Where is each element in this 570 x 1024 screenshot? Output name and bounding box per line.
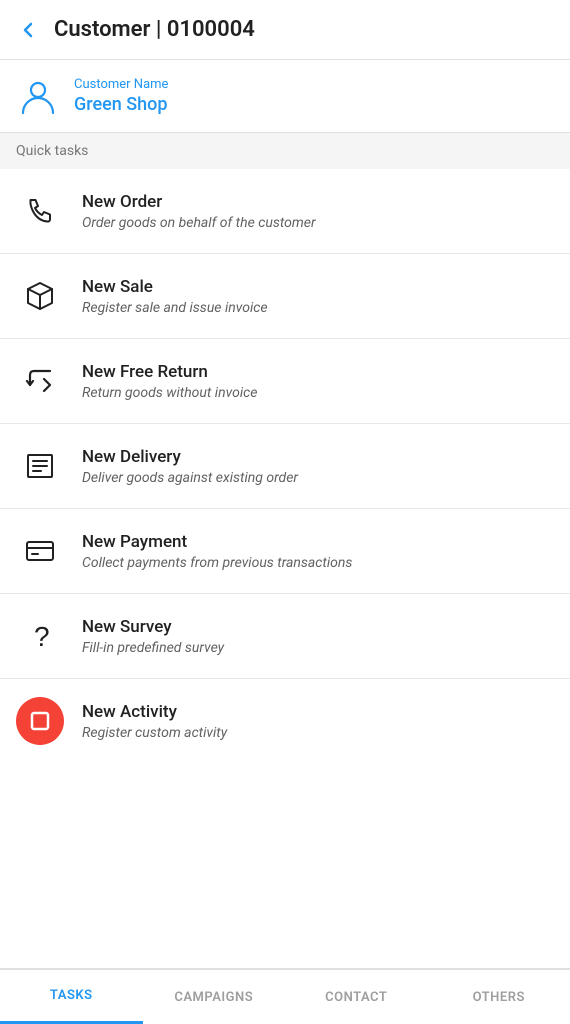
customer-label: Customer Name (74, 77, 168, 92)
task-text-new-delivery: New Delivery Deliver goods against exist… (82, 447, 298, 486)
svg-text:?: ? (34, 621, 50, 652)
task-description: Deliver goods against existing order (82, 470, 298, 486)
task-item-new-free-return[interactable]: New Free Return Return goods without inv… (0, 339, 570, 424)
task-text-new-survey: New Survey Fill-in predefined survey (82, 617, 224, 656)
task-text-new-free-return: New Free Return Return goods without inv… (82, 362, 257, 401)
nav-item-campaigns[interactable]: CAMPAIGNS (143, 970, 286, 1024)
box-icon (16, 272, 64, 320)
bottom-navigation: TASKS CAMPAIGNS CONTACT OTHERS (0, 968, 570, 1024)
task-description: Collect payments from previous transacti… (82, 555, 352, 571)
task-list: New Order Order goods on behalf of the c… (0, 169, 570, 763)
task-description: Order goods on behalf of the customer (82, 215, 316, 231)
task-title: New Activity (82, 702, 227, 722)
task-title: New Payment (82, 532, 352, 552)
question-icon: ? (16, 612, 64, 660)
task-item-new-activity[interactable]: New Activity Register custom activity (0, 679, 570, 763)
nav-item-tasks[interactable]: TASKS (0, 970, 143, 1024)
header-title: Customer | 0100004 (54, 17, 255, 42)
task-item-new-delivery[interactable]: New Delivery Deliver goods against exist… (0, 424, 570, 509)
delivery-icon (16, 442, 64, 490)
task-item-new-order[interactable]: New Order Order goods on behalf of the c… (0, 169, 570, 254)
task-text-new-payment: New Payment Collect payments from previo… (82, 532, 352, 571)
nav-item-others[interactable]: OTHERS (428, 970, 570, 1024)
customer-details: Customer Name Green Shop (74, 77, 168, 115)
task-item-new-payment[interactable]: New Payment Collect payments from previo… (0, 509, 570, 594)
activity-icon (16, 697, 64, 745)
phone-icon (16, 187, 64, 235)
nav-item-contact[interactable]: CONTACT (285, 970, 428, 1024)
task-text-new-order: New Order Order goods on behalf of the c… (82, 192, 316, 231)
task-title: New Order (82, 192, 316, 212)
task-title: New Delivery (82, 447, 298, 467)
task-text-new-sale: New Sale Register sale and issue invoice (82, 277, 268, 316)
task-description: Register sale and issue invoice (82, 300, 268, 316)
header: Customer | 0100004 (0, 0, 570, 60)
customer-info-bar: Customer Name Green Shop (0, 60, 570, 133)
task-title: New Sale (82, 277, 268, 297)
quick-tasks-header: Quick tasks (0, 133, 570, 169)
task-title: New Survey (82, 617, 224, 637)
task-item-new-survey[interactable]: ? New Survey Fill-in predefined survey (0, 594, 570, 679)
task-title: New Free Return (82, 362, 257, 382)
return-icon (16, 357, 64, 405)
task-text-new-activity: New Activity Register custom activity (82, 702, 227, 741)
task-description: Return goods without invoice (82, 385, 257, 401)
task-item-new-sale[interactable]: New Sale Register sale and issue invoice (0, 254, 570, 339)
payment-icon (16, 527, 64, 575)
avatar (16, 74, 60, 118)
customer-name: Green Shop (74, 94, 168, 115)
back-button[interactable] (16, 18, 40, 42)
task-description: Register custom activity (82, 725, 227, 741)
task-description: Fill-in predefined survey (82, 640, 224, 656)
